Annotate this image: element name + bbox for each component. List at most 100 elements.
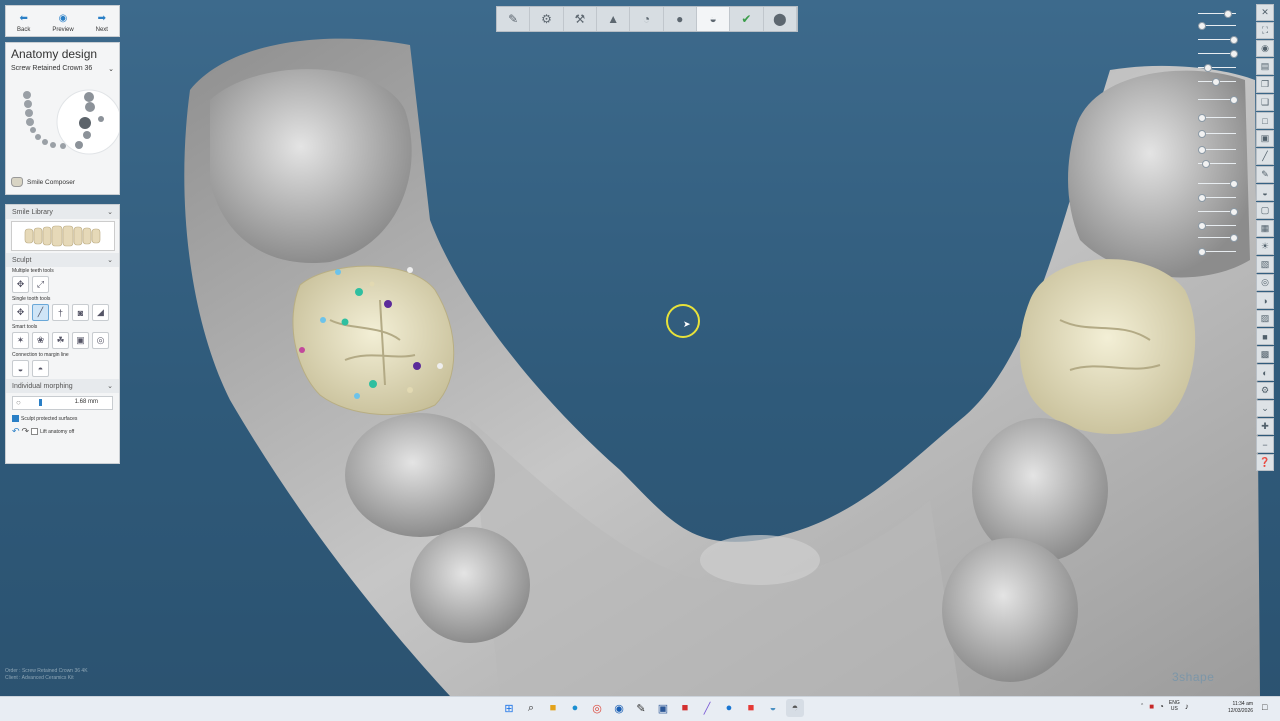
recorder-icon[interactable]: ■ xyxy=(742,699,760,717)
edge-icon[interactable]: ● xyxy=(566,699,584,717)
search-icon[interactable]: ⌕ xyxy=(522,699,540,717)
chevron-down-icon[interactable]: ⌄ xyxy=(1256,400,1274,417)
morph-tool[interactable]: ╱ xyxy=(32,304,49,321)
step-crown-shape[interactable]: ◔ xyxy=(630,7,664,31)
clock[interactable]: 11:34 am 12/03/2026 xyxy=(1228,701,1253,715)
step-coping[interactable]: ● xyxy=(664,7,697,31)
step-abutment[interactable]: ⚒ xyxy=(564,7,597,31)
file-explorer-icon[interactable]: ■ xyxy=(544,699,562,717)
app-icon[interactable]: ◉ xyxy=(610,699,628,717)
visibility-slider[interactable] xyxy=(1192,144,1244,154)
multi-teeth-move-tool[interactable]: ✥ xyxy=(12,276,29,293)
tooth-chart[interactable] xyxy=(11,89,122,159)
3shape-app-icon[interactable]: ◓ xyxy=(786,699,804,717)
occlusion-tool[interactable]: ❀ xyxy=(32,332,49,349)
palette-icon[interactable]: ◑ xyxy=(1256,292,1274,309)
page-icon[interactable]: □ xyxy=(1256,112,1274,129)
volume-icon[interactable]: ♪ xyxy=(1185,702,1189,711)
lift-anatomy-checkbox[interactable] xyxy=(31,428,39,435)
wax-knife-tool[interactable]: † xyxy=(52,304,69,321)
sculpt-header[interactable]: Sculpt ⌄ xyxy=(6,253,119,267)
smile-composer-item[interactable]: Smile Composer xyxy=(11,177,75,187)
copy-icon[interactable]: ❑ xyxy=(1256,94,1274,111)
notification-icon[interactable]: □ xyxy=(1262,702,1267,712)
chevron-up-icon[interactable]: ⌃ xyxy=(1140,703,1144,709)
multi-teeth-scale-tool[interactable]: ⤢ xyxy=(32,276,49,293)
redo-icon[interactable]: ↷ xyxy=(22,426,30,437)
plus-icon[interactable]: ✚ xyxy=(1256,418,1274,435)
visibility-slider[interactable] xyxy=(1192,76,1244,86)
tooth-icon[interactable]: ◒ xyxy=(1256,184,1274,201)
settings-icon[interactable]: ⚙ xyxy=(1256,382,1274,399)
language-indicator[interactable]: ENG US xyxy=(1169,700,1180,712)
individual-morphing-header[interactable]: Individual morphing ⌄ xyxy=(6,379,119,393)
margin-connect-tool[interactable]: ◒ xyxy=(12,360,29,377)
visibility-slider[interactable] xyxy=(1192,192,1244,202)
visibility-slider[interactable] xyxy=(1192,20,1244,30)
emergence-tool[interactable]: ◎ xyxy=(92,332,109,349)
cusp-tool[interactable]: ☘ xyxy=(52,332,69,349)
3d-viewport[interactable]: ➤ xyxy=(0,0,1280,696)
light-icon[interactable]: ☀ xyxy=(1256,238,1274,255)
step-insertion[interactable]: ⚙ xyxy=(530,7,564,31)
step-margin-line[interactable]: ✎ xyxy=(497,7,531,31)
section-icon[interactable]: ▨ xyxy=(1256,310,1274,327)
scan-icon[interactable]: ▧ xyxy=(1256,256,1274,273)
save-icon[interactable]: ▣ xyxy=(1256,130,1274,147)
minus-icon[interactable]: − xyxy=(1256,436,1274,453)
measure-icon[interactable]: ╱ xyxy=(1256,148,1274,165)
visibility-slider[interactable] xyxy=(1192,220,1244,230)
camera-icon[interactable]: ◉ xyxy=(1256,40,1274,57)
help-icon[interactable]: ❓ xyxy=(1256,454,1274,471)
fullscreen-icon[interactable]: ⛶ xyxy=(1256,22,1274,39)
visibility-slider[interactable] xyxy=(1192,206,1244,216)
pen-icon[interactable]: ✎ xyxy=(1256,166,1274,183)
grid-icon[interactable]: ▦ xyxy=(1256,220,1274,237)
visibility-slider[interactable] xyxy=(1192,128,1244,138)
chrome-icon[interactable]: ◎ xyxy=(588,699,606,717)
step-gingiva[interactable]: ▲ xyxy=(597,7,631,31)
step-anatomy-design[interactable]: ◒ xyxy=(696,7,731,31)
transform-tool[interactable]: ✥ xyxy=(12,304,29,321)
slider-handle[interactable] xyxy=(39,399,42,406)
word-icon[interactable]: ▣ xyxy=(654,699,672,717)
undo-icon[interactable]: ↶ xyxy=(12,426,20,437)
visibility-slider[interactable] xyxy=(1192,8,1244,18)
close-icon[interactable]: ✕ xyxy=(1256,4,1274,21)
restoration-select[interactable]: Screw Retained Crown 36 ⌄ xyxy=(6,63,119,75)
notes-icon[interactable]: ✎ xyxy=(632,699,650,717)
visibility-slider[interactable] xyxy=(1192,246,1244,256)
visibility-slider[interactable] xyxy=(1192,178,1244,188)
margin-smooth-tool[interactable]: ◓ xyxy=(32,360,49,377)
cube-icon[interactable]: ■ xyxy=(1256,328,1274,345)
view-icon[interactable]: ▤ xyxy=(1256,58,1274,75)
sculpt-protected-checkbox[interactable]: Sculpt protected surfaces xyxy=(6,413,119,424)
layers-icon[interactable]: ❐ xyxy=(1256,76,1274,93)
start-icon[interactable]: ⊞ xyxy=(500,699,518,717)
lock-icon[interactable]: ▢ xyxy=(1256,202,1274,219)
visibility-slider[interactable] xyxy=(1192,94,1244,104)
back-button[interactable]: ⬅ Back xyxy=(17,14,30,34)
cut-plane-tool[interactable]: ▣ xyxy=(72,332,89,349)
app-tray-icon[interactable]: ■ xyxy=(1149,702,1154,711)
smile-library-preview[interactable] xyxy=(11,221,115,251)
visibility-slider[interactable] xyxy=(1192,48,1244,58)
screenshot-icon[interactable]: ▩ xyxy=(1256,346,1274,363)
browser-icon[interactable]: ● xyxy=(720,699,738,717)
smooth-tool[interactable]: ◢ xyxy=(92,304,109,321)
contact-tool[interactable]: ✶ xyxy=(12,332,29,349)
visibility-slider[interactable] xyxy=(1192,232,1244,242)
tooth-app-icon[interactable]: ◒ xyxy=(764,699,782,717)
smile-library-header[interactable]: Smile Library ⌄ xyxy=(6,205,119,219)
visibility-slider[interactable] xyxy=(1192,158,1244,168)
add-remove-tool[interactable]: ◙ xyxy=(72,304,89,321)
step-check[interactable]: ✔ xyxy=(730,7,764,31)
step-finish[interactable]: ⬤ xyxy=(764,7,797,31)
target-icon[interactable]: ◎ xyxy=(1256,274,1274,291)
visibility-slider[interactable] xyxy=(1192,34,1244,44)
pen-icon[interactable]: ╱ xyxy=(698,699,716,717)
morph-radius-slider[interactable]: ○ 1.68 mm xyxy=(12,396,113,410)
media-icon[interactable]: ■ xyxy=(676,699,694,717)
visibility-slider[interactable] xyxy=(1192,62,1244,72)
color-map-icon[interactable]: ◐ xyxy=(1256,364,1274,381)
